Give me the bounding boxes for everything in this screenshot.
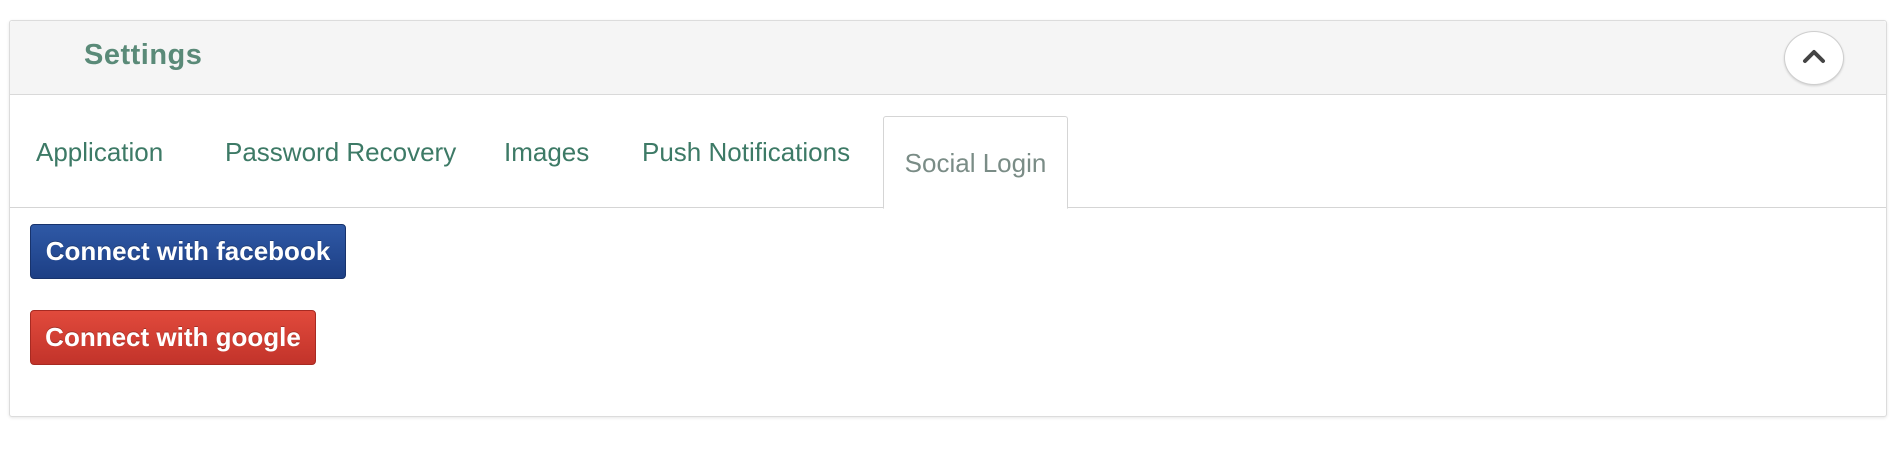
tab-application[interactable]: Application: [36, 137, 163, 168]
tab-bar: Application Password Recovery Images Pus…: [10, 95, 1886, 209]
tab-social-login[interactable]: Social Login: [883, 116, 1068, 209]
page-title: Settings: [84, 39, 203, 71]
connect-google-button[interactable]: Connect with google: [30, 310, 316, 365]
panel-header: Settings: [10, 21, 1886, 95]
settings-panel: Settings Application Password Recovery I…: [9, 20, 1887, 417]
collapse-button[interactable]: [1784, 31, 1844, 85]
tab-images[interactable]: Images: [504, 137, 589, 168]
tab-password-recovery[interactable]: Password Recovery: [225, 137, 456, 168]
connect-facebook-button[interactable]: Connect with facebook: [30, 224, 346, 279]
chevron-up-icon: [1802, 48, 1826, 69]
tab-push-notifications[interactable]: Push Notifications: [642, 137, 850, 168]
